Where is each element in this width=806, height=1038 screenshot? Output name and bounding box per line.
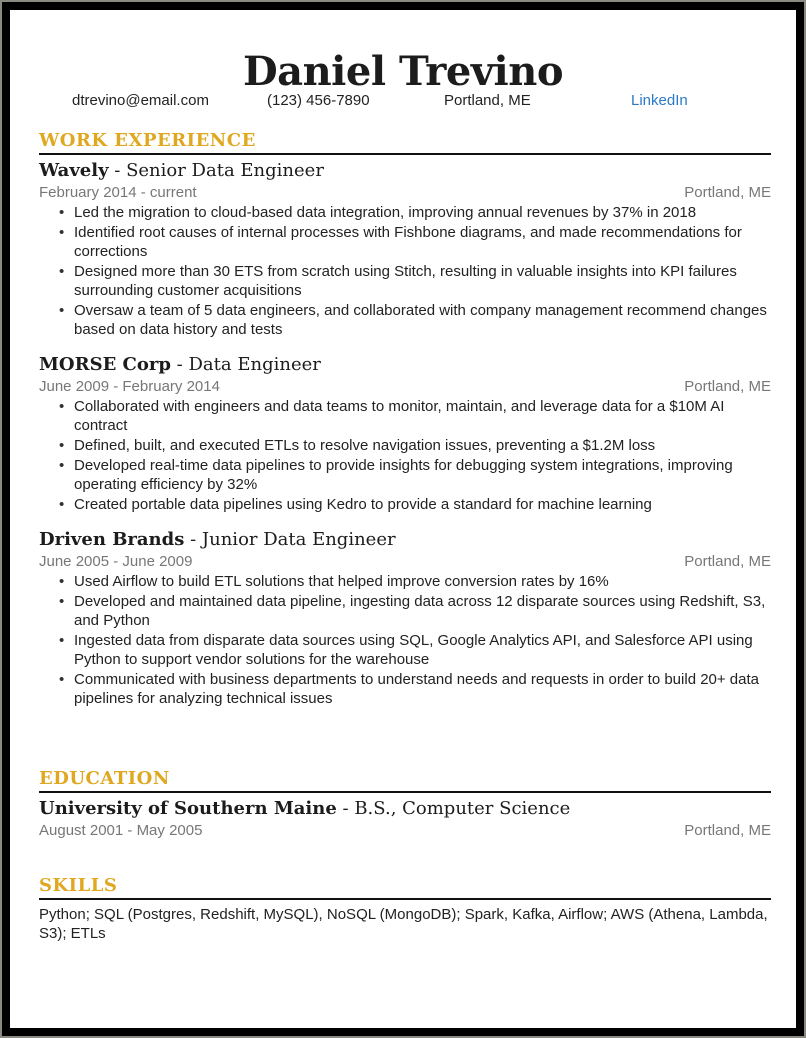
job-location: Portland, ME bbox=[684, 553, 771, 570]
job-company: Wavely bbox=[39, 160, 109, 181]
education-separator: - bbox=[336, 798, 355, 819]
bullet-text: Defined, built, and executed ETLs to res… bbox=[74, 437, 656, 454]
bullet-icon: • bbox=[59, 573, 65, 590]
linkedin-link[interactable]: LinkedIn bbox=[631, 92, 688, 109]
bullet-item: • Led the migration to cloud-based data i… bbox=[59, 203, 771, 222]
education-section: EDUCATION University of Southern Maine -… bbox=[39, 768, 771, 841]
job-heading: MORSE Corp - Data Engineer bbox=[39, 353, 771, 377]
page-frame: Daniel Trevino dtrevino@email.com (123) … bbox=[2, 2, 804, 1036]
section-title-work: WORK EXPERIENCE bbox=[39, 130, 771, 155]
job-heading: Driven Brands - Junior Data Engineer bbox=[39, 528, 771, 552]
skills-list: Python; SQL (Postgres, Redshift, MySQL),… bbox=[39, 906, 768, 942]
bullet-item: • Identified root causes of internal proc… bbox=[59, 223, 771, 261]
bullet-text: Led the migration to cloud-based data in… bbox=[74, 204, 697, 221]
job-separator: - bbox=[108, 160, 127, 181]
education-heading: University of Southern Maine - B.S., Com… bbox=[39, 797, 771, 821]
bullet-icon: • bbox=[59, 457, 65, 474]
job-meta: June 2009 - February 2014 Portland, ME bbox=[39, 377, 771, 397]
job-entry: Driven Brands - Junior Data Engineer Jun… bbox=[39, 528, 771, 708]
bullet-icon: • bbox=[59, 263, 65, 280]
bullet-icon: • bbox=[59, 671, 65, 688]
bullet-item: • Defined, built, and executed ETLs to re… bbox=[59, 436, 771, 455]
resume-page: Daniel Trevino dtrevino@email.com (123) … bbox=[10, 10, 796, 1028]
bullet-icon: • bbox=[59, 632, 65, 649]
job-entry: Wavely - Senior Data Engineer February 2… bbox=[39, 159, 771, 339]
contact-phone: (123) 456-7890 bbox=[267, 92, 370, 109]
job-bullets: • Collaborated with engineers and data te… bbox=[39, 397, 771, 514]
bullet-text: Developed and maintained data pipeline, … bbox=[74, 593, 766, 629]
candidate-name: Daniel Trevino bbox=[242, 48, 564, 95]
job-heading: Wavely - Senior Data Engineer bbox=[39, 159, 771, 183]
contact-location: Portland, ME bbox=[444, 92, 531, 109]
job-separator: - bbox=[170, 354, 189, 375]
bullet-text: Identified root causes of internal proce… bbox=[74, 224, 742, 260]
job-role: Data Engineer bbox=[188, 354, 321, 375]
bullet-item: • Used Airflow to build ETL solutions tha… bbox=[59, 572, 771, 591]
bullet-icon: • bbox=[59, 398, 65, 415]
job-dates: June 2005 - June 2009 bbox=[39, 553, 193, 570]
job-dates: February 2014 - current bbox=[39, 184, 197, 201]
bullet-text: Ingested data from disparate data source… bbox=[74, 632, 753, 668]
job-company: Driven Brands bbox=[39, 529, 185, 550]
education-dates: August 2001 - May 2005 bbox=[39, 822, 203, 839]
contact-email[interactable]: dtrevino@email.com bbox=[72, 92, 209, 109]
education-school: University of Southern Maine bbox=[39, 798, 337, 819]
bullet-item: • Designed more than 30 ETS from scratch … bbox=[59, 262, 771, 300]
bullet-item: • Ingested data from disparate data sourc… bbox=[59, 631, 771, 669]
bullet-text: Designed more than 30 ETS from scratch u… bbox=[74, 263, 737, 299]
bullet-item: • Developed and maintained data pipeline,… bbox=[59, 592, 771, 630]
job-bullets: • Used Airflow to build ETL solutions tha… bbox=[39, 572, 771, 708]
bullet-item: • Oversaw a team of 5 data engineers, and… bbox=[59, 301, 771, 339]
job-company: MORSE Corp bbox=[39, 354, 171, 375]
section-title-skills: SKILLS bbox=[39, 875, 771, 900]
bullet-icon: • bbox=[59, 437, 65, 454]
work-experience-section: WORK EXPERIENCE Wavely - Senior Data Eng… bbox=[39, 130, 771, 709]
bullet-item: • Communicated with business departments … bbox=[59, 670, 771, 708]
job-bullets: • Led the migration to cloud-based data i… bbox=[39, 203, 771, 339]
bullet-icon: • bbox=[59, 496, 65, 513]
bullet-item: • Created portable data pipelines using K… bbox=[59, 495, 771, 514]
job-separator: - bbox=[184, 529, 202, 550]
bullet-text: Collaborated with engineers and data tea… bbox=[74, 398, 725, 434]
bullet-item: • Collaborated with engineers and data te… bbox=[59, 397, 771, 435]
bullet-text: Created portable data pipelines using Ke… bbox=[74, 496, 652, 513]
job-dates: June 2009 - February 2014 bbox=[39, 378, 220, 395]
education-meta: August 2001 - May 2005 Portland, ME bbox=[39, 821, 771, 841]
bullet-icon: • bbox=[59, 224, 65, 241]
job-meta: June 2005 - June 2009 Portland, ME bbox=[39, 552, 771, 572]
job-role: Junior Data Engineer bbox=[201, 529, 396, 550]
education-degree: B.S., Computer Science bbox=[354, 798, 571, 819]
bullet-text: Developed real-time data pipelines to pr… bbox=[74, 457, 733, 493]
section-title-education: EDUCATION bbox=[39, 768, 771, 793]
job-entry: MORSE Corp - Data Engineer June 2009 - F… bbox=[39, 353, 771, 514]
job-location: Portland, ME bbox=[684, 184, 771, 201]
contact-row: dtrevino@email.com (123) 456-7890 Portla… bbox=[10, 92, 796, 112]
bullet-icon: • bbox=[59, 302, 65, 319]
bullet-item: • Developed real-time data pipelines to p… bbox=[59, 456, 771, 494]
bullet-icon: • bbox=[59, 204, 65, 221]
bullet-icon: • bbox=[59, 593, 65, 610]
bullet-text: Oversaw a team of 5 data engineers, and … bbox=[74, 302, 767, 338]
bullet-text: Communicated with business departments t… bbox=[74, 671, 760, 707]
skills-section: SKILLS Python; SQL (Postgres, Redshift, … bbox=[39, 875, 771, 943]
job-meta: February 2014 - current Portland, ME bbox=[39, 183, 771, 203]
education-location: Portland, ME bbox=[684, 822, 771, 839]
bullet-text: Used Airflow to build ETL solutions that… bbox=[74, 573, 609, 590]
job-location: Portland, ME bbox=[684, 378, 771, 395]
job-role: Senior Data Engineer bbox=[126, 160, 324, 181]
